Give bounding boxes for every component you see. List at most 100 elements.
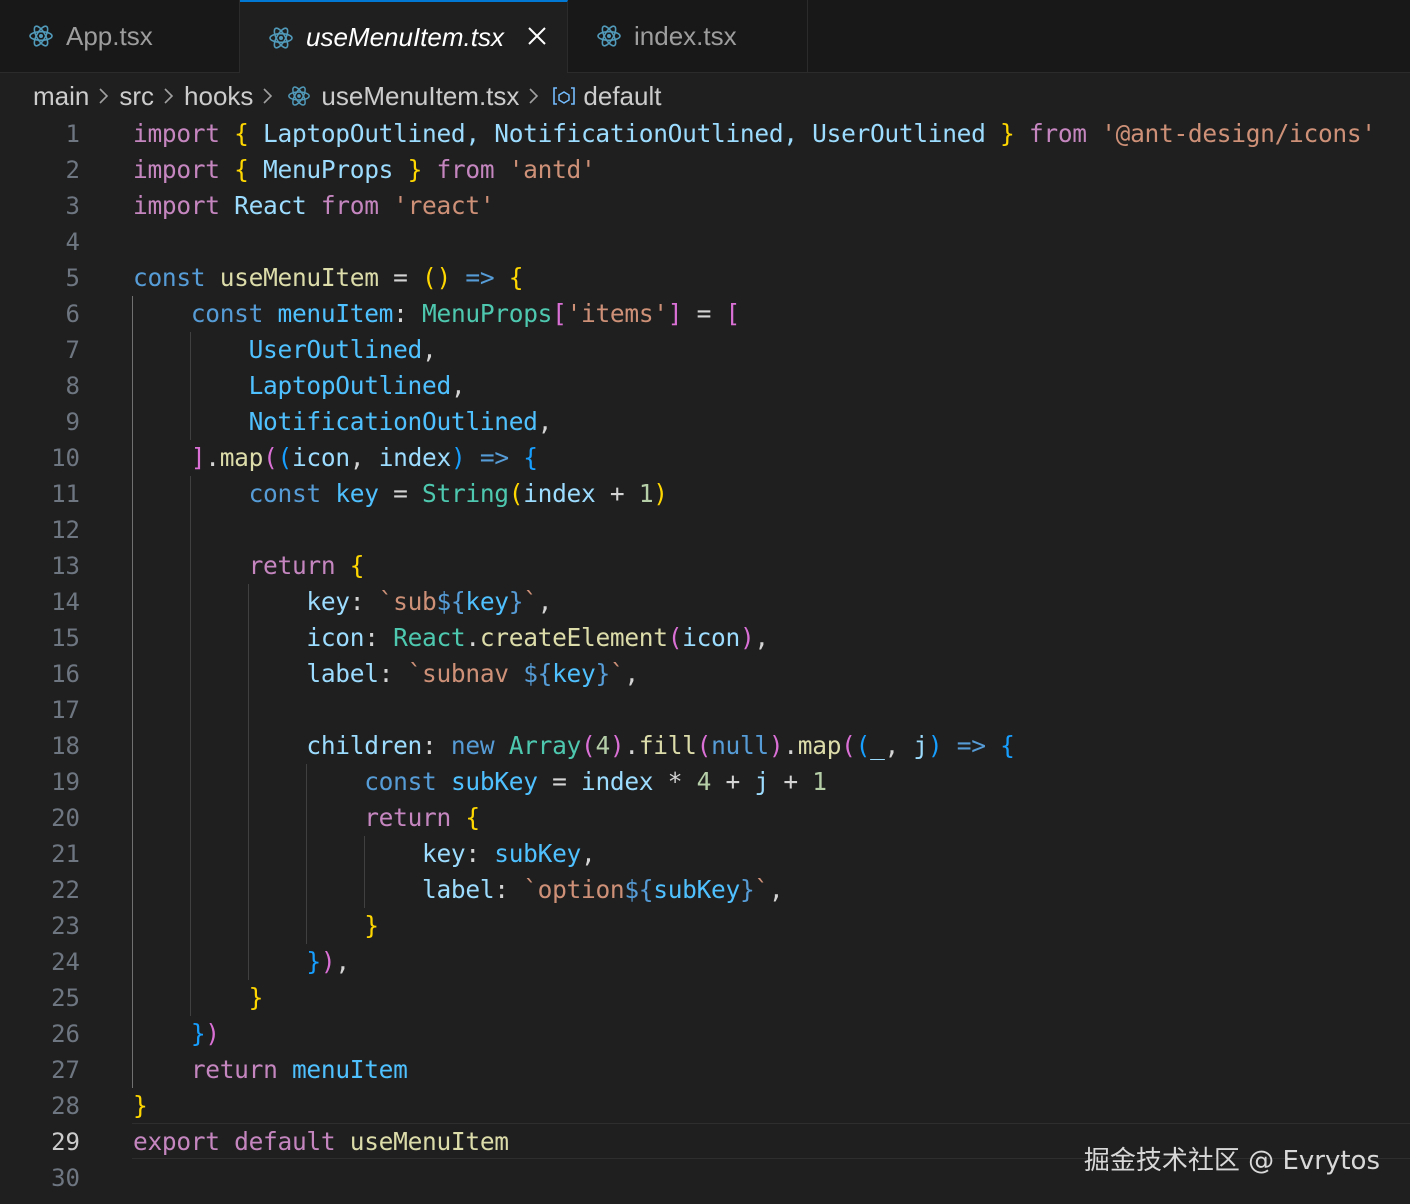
code-line[interactable]: 7 UserOutlined, xyxy=(0,332,1410,368)
code-text[interactable]: NotificationOutlined, xyxy=(133,404,553,440)
code-line[interactable]: 26 }) xyxy=(0,1016,1410,1052)
code-line[interactable]: 14 key: `sub${key}`, xyxy=(0,584,1410,620)
code-token: = xyxy=(682,299,726,328)
code-token: subKey xyxy=(653,875,740,904)
code-text[interactable]: const key = String(index + 1) xyxy=(133,476,668,512)
code-text[interactable]: label: `subnav ${key}`, xyxy=(133,656,639,692)
code-line[interactable]: 28} xyxy=(0,1088,1410,1124)
line-number: 17 xyxy=(51,696,80,724)
code-line[interactable]: 27 return menuItem xyxy=(0,1052,1410,1088)
code-token: React xyxy=(393,623,466,652)
code-line[interactable]: 18 children: new Array(4).fill(null).map… xyxy=(0,728,1410,764)
code-line[interactable]: 13 return { xyxy=(0,548,1410,584)
code-token: children xyxy=(306,731,423,760)
code-line[interactable]: 11 const key = String(index + 1) xyxy=(0,476,1410,512)
code-text[interactable]: }) xyxy=(133,1016,220,1052)
code-line[interactable]: 24 }), xyxy=(0,944,1410,980)
breadcrumb-item-symbol[interactable]: default xyxy=(583,81,661,112)
close-icon[interactable] xyxy=(525,24,549,48)
code-token: , xyxy=(537,407,553,436)
code-line[interactable]: 8 LaptopOutlined, xyxy=(0,368,1410,404)
code-text[interactable]: return { xyxy=(133,548,365,584)
code-token: MenuProps xyxy=(422,299,553,328)
line-number: 14 xyxy=(51,588,80,616)
code-line[interactable]: 19 const subKey = index * 4 + j + 1 xyxy=(0,764,1410,800)
code-text[interactable]: const useMenuItem = () => { xyxy=(133,260,524,296)
line-number: 28 xyxy=(51,1092,80,1120)
code-token: , xyxy=(884,731,914,760)
code-line[interactable]: 5 const useMenuItem = () => { xyxy=(0,260,1410,296)
chevron-right-icon xyxy=(529,88,539,104)
code-text[interactable]: label: `option${subKey}`, xyxy=(133,872,784,908)
code-line[interactable]: 22 label: `option${subKey}`, xyxy=(0,872,1410,908)
breadcrumb-item-hooks[interactable]: hooks xyxy=(184,81,253,112)
code-line[interactable]: 2 import { MenuProps } from 'antd' xyxy=(0,152,1410,188)
code-line[interactable]: 6 const menuItem: MenuProps['items'] = [ xyxy=(0,296,1410,332)
code-token: , xyxy=(624,659,639,688)
code-line[interactable]: 12 xyxy=(0,512,1410,548)
code-token: String xyxy=(422,479,509,508)
code-line[interactable]: 1 import { LaptopOutlined, NotificationOu… xyxy=(0,116,1410,152)
tab-usemenuitem-tsx[interactable]: useMenuItem.tsx xyxy=(240,0,568,73)
code-line[interactable]: 4 xyxy=(0,224,1410,260)
code-line[interactable]: 9 NotificationOutlined, xyxy=(0,404,1410,440)
indent-guide xyxy=(248,584,249,980)
code-line[interactable]: 10 ].map((icon, index) => { xyxy=(0,440,1410,476)
breadcrumb-item-file[interactable]: useMenuItem.tsx xyxy=(321,81,519,112)
code-text[interactable]: children: new Array(4).fill(null).map((_… xyxy=(133,728,1014,764)
breadcrumb-item-src[interactable]: src xyxy=(119,81,154,112)
line-number: 25 xyxy=(51,984,80,1012)
code-token: 'items' xyxy=(566,299,668,328)
code-token: ` xyxy=(523,587,538,616)
code-line[interactable]: 20 return { xyxy=(0,800,1410,836)
line-number: 2 xyxy=(65,156,80,184)
code-line[interactable]: 17 xyxy=(0,692,1410,728)
code-text[interactable]: LaptopOutlined, xyxy=(133,368,466,404)
code-token: import xyxy=(133,155,220,184)
code-text[interactable]: import { LaptopOutlined, NotificationOut… xyxy=(133,116,1376,152)
code-line[interactable]: 15 icon: React.createElement(icon), xyxy=(0,620,1410,656)
indent-guide xyxy=(364,836,365,908)
code-line[interactable]: 21 key: subKey, xyxy=(0,836,1410,872)
code-token: } xyxy=(190,1019,206,1048)
code-text[interactable]: import { MenuProps } from 'antd' xyxy=(133,152,596,188)
code-token: icon xyxy=(306,623,365,652)
code-text[interactable]: } xyxy=(133,1088,148,1124)
code-token: ) xyxy=(609,731,625,760)
code-line[interactable]: 25 } xyxy=(0,980,1410,1016)
code-text[interactable]: return menuItem xyxy=(133,1052,408,1088)
code-line[interactable]: 3 import React from 'react' xyxy=(0,188,1410,224)
code-text[interactable]: } xyxy=(133,980,264,1016)
line-number: 18 xyxy=(51,732,80,760)
tab-index-tsx[interactable]: index.tsx xyxy=(568,0,808,72)
code-token: ) xyxy=(739,623,755,652)
code-token: 'react' xyxy=(393,191,495,220)
code-token: ( xyxy=(667,623,683,652)
code-text[interactable]: ].map((icon, index) => { xyxy=(133,440,538,476)
code-token: ) xyxy=(320,947,336,976)
code-token: subKey xyxy=(494,839,581,868)
code-line[interactable]: 16 label: `subnav ${key}`, xyxy=(0,656,1410,692)
code-token: ( xyxy=(581,731,596,760)
code-text[interactable]: import React from 'react' xyxy=(133,188,495,224)
code-token: Array xyxy=(508,731,582,760)
tab-app-tsx[interactable]: App.tsx xyxy=(0,0,240,72)
code-text[interactable]: UserOutlined, xyxy=(133,332,437,368)
code-token: + xyxy=(595,479,639,508)
code-text[interactable]: icon: React.createElement(icon), xyxy=(133,620,769,656)
code-text[interactable]: }), xyxy=(133,944,350,980)
code-text[interactable]: key: `sub${key}`, xyxy=(133,584,552,620)
code-text[interactable]: const menuItem: MenuProps['items'] = [ xyxy=(133,296,740,332)
breadcrumb-item-main[interactable]: main xyxy=(33,81,89,112)
code-text[interactable]: } xyxy=(133,908,379,944)
code-token: ) xyxy=(768,731,784,760)
code-token: : xyxy=(349,587,379,616)
chevron-right-icon xyxy=(263,88,273,104)
line-number: 15 xyxy=(51,624,80,652)
code-line[interactable]: 23 } xyxy=(0,908,1410,944)
code-text[interactable]: const subKey = index * 4 + j + 1 xyxy=(133,764,827,800)
